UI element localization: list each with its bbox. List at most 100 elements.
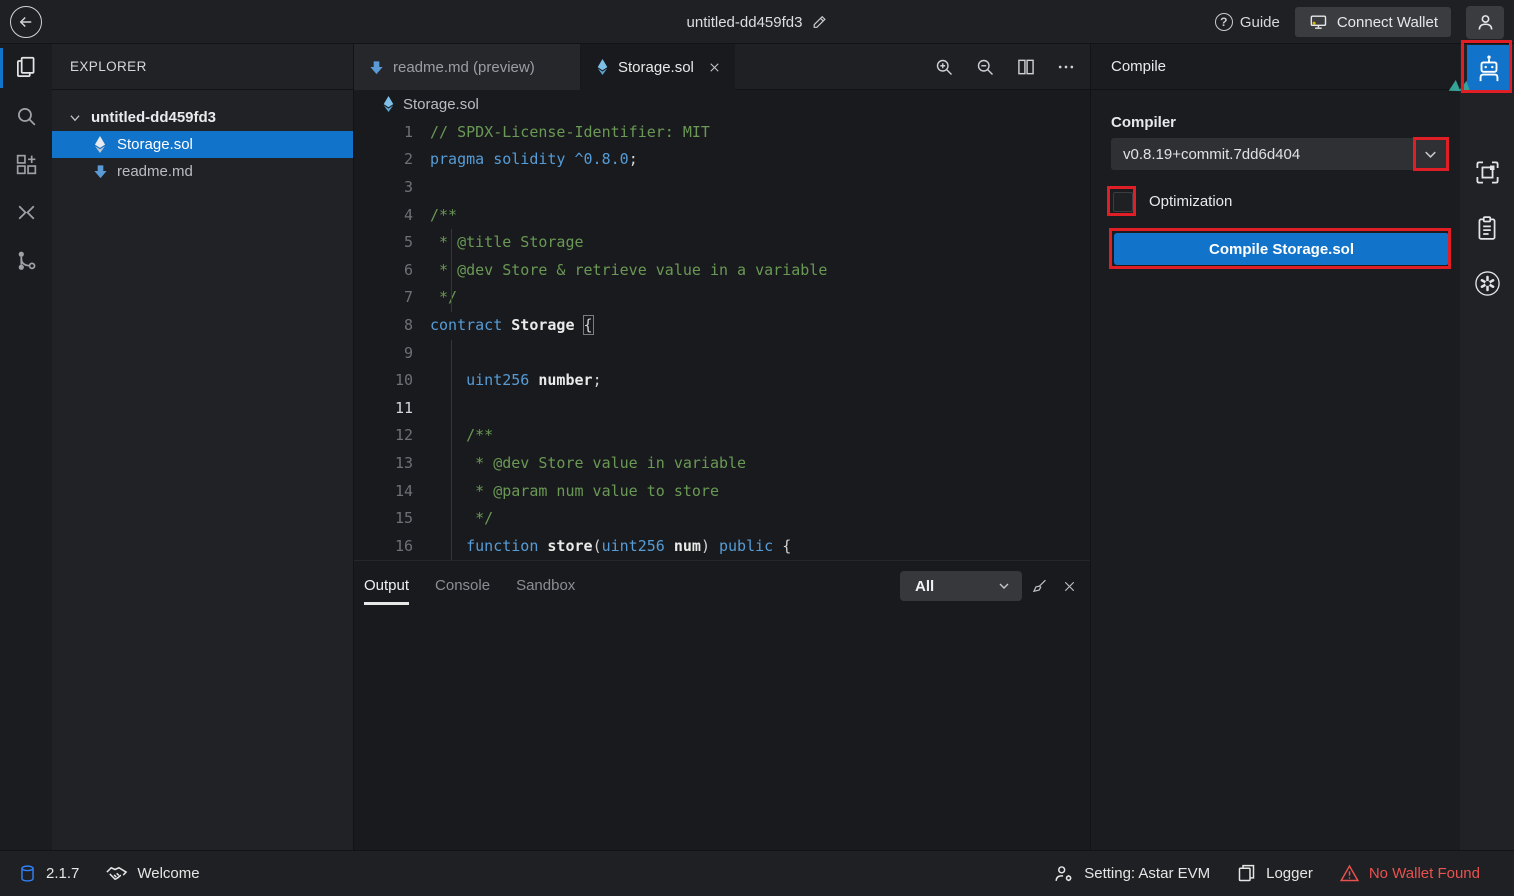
code-line: 4/** — [354, 201, 1090, 229]
edit-pencil-icon[interactable] — [811, 14, 827, 30]
line-number: 1 — [354, 123, 430, 141]
indent-guide — [451, 340, 452, 560]
compile-panel: Compile Compiler v0.8.19+commit.7dd6d404… — [1090, 44, 1460, 850]
guide-button[interactable]: ? Guide — [1215, 13, 1280, 31]
logger-label: Logger — [1266, 865, 1313, 882]
code-line: 1// SPDX-License-Identifier: MIT — [354, 118, 1090, 146]
tab-sandbox[interactable]: Sandbox — [516, 561, 575, 611]
right-activity-bar — [1460, 44, 1514, 850]
code-editor[interactable]: 1// SPDX-License-Identifier: MIT2pragma … — [354, 118, 1090, 560]
wallet-warning[interactable]: No Wallet Found — [1339, 863, 1480, 884]
ethereum-icon — [92, 136, 108, 153]
report-tool-button[interactable] — [1460, 200, 1514, 256]
explorer-panel: EXPLORER untitled-dd459fd3 Storage.sol r… — [52, 44, 354, 850]
active-indicator — [0, 48, 3, 88]
chevron-down-icon — [68, 111, 82, 125]
zoom-out-icon[interactable] — [975, 57, 996, 78]
output-filter-select[interactable]: All — [900, 571, 1022, 601]
tab-storage-sol[interactable]: Storage.sol — [581, 44, 735, 90]
sidebar-item-extensions[interactable] — [0, 140, 52, 188]
line-number: 3 — [354, 178, 430, 196]
compile-button[interactable]: Compile Storage.sol — [1114, 233, 1449, 265]
network-setting[interactable]: Setting: Astar EVM — [1053, 863, 1210, 885]
sidebar-item-collapse[interactable] — [0, 188, 52, 236]
tree-folder[interactable]: untitled-dd459fd3 — [52, 104, 353, 131]
code-line: 12 /** — [354, 422, 1090, 450]
sidebar-item-search[interactable] — [0, 92, 52, 140]
search-icon — [14, 104, 39, 129]
git-branch-icon — [14, 248, 39, 273]
connect-wallet-button[interactable]: Connect Wallet — [1295, 7, 1451, 37]
collapse-icon — [14, 200, 39, 225]
tree-file-readme-md[interactable]: readme.md — [52, 158, 353, 185]
code-line: 9 — [354, 339, 1090, 367]
project-title: untitled-dd459fd3 — [687, 14, 803, 31]
tab-console[interactable]: Console — [435, 561, 490, 611]
panel-title: Compile — [1091, 44, 1460, 90]
ethereum-icon — [596, 59, 609, 75]
bottom-panel-header: Output Console Sandbox All — [354, 560, 1090, 610]
handshake-icon — [105, 862, 128, 885]
optimization-checkbox[interactable] — [1113, 192, 1133, 212]
code-line: 15 */ — [354, 504, 1090, 532]
guide-label: Guide — [1240, 14, 1280, 31]
close-panel-icon[interactable] — [1061, 578, 1078, 595]
folder-name: untitled-dd459fd3 — [91, 109, 216, 126]
code-line: 10 uint256 number; — [354, 366, 1090, 394]
line-number: 13 — [354, 454, 430, 472]
compiler-version-select[interactable]: v0.8.19+commit.7dd6d404 — [1111, 138, 1449, 170]
tab-output[interactable]: Output — [364, 561, 409, 611]
welcome-label: Welcome — [137, 865, 199, 882]
sidebar-item-version-control[interactable] — [0, 236, 52, 284]
line-number: 6 — [354, 261, 430, 279]
code-line: 8contract Storage { — [354, 311, 1090, 339]
markdown-icon — [369, 60, 384, 75]
chevron-down-icon[interactable] — [1421, 145, 1440, 164]
close-tab-icon[interactable] — [707, 60, 722, 75]
deploy-tool-button[interactable] — [1460, 144, 1514, 200]
tab-readme-md[interactable]: readme.md (preview) — [354, 44, 581, 90]
file-name: Storage.sol — [117, 136, 193, 153]
line-number: 9 — [354, 344, 430, 362]
tree-file-storage-sol[interactable]: Storage.sol — [52, 131, 353, 158]
warning-triangle-icon — [1339, 863, 1360, 884]
sidebar-item-explorer[interactable] — [0, 44, 52, 92]
extensions-icon — [14, 152, 39, 177]
line-number: 11 — [354, 399, 430, 417]
code-line: 14 * @param num value to store — [354, 477, 1090, 505]
app-window: untitled-dd459fd3 ? Guide Connect Wallet — [0, 0, 1514, 896]
version-indicator[interactable]: 2.1.7 — [18, 863, 79, 884]
database-icon — [18, 863, 37, 884]
person-gear-icon — [1053, 863, 1075, 885]
arrow-left-icon — [17, 13, 35, 31]
filter-value: All — [915, 578, 996, 595]
more-actions-icon[interactable] — [1056, 57, 1076, 77]
compile-tool-button[interactable] — [1467, 45, 1511, 90]
line-number: 5 — [354, 233, 430, 251]
person-icon — [1475, 12, 1496, 33]
breadcrumb[interactable]: Storage.sol — [354, 90, 1090, 118]
logger-icon — [1236, 863, 1257, 884]
code-line: 5 * @title Storage — [354, 228, 1090, 256]
account-button[interactable] — [1466, 6, 1504, 39]
code-line: 16 function store(uint256 num) public { — [354, 532, 1090, 560]
file-name: readme.md — [117, 163, 193, 180]
code-line: 13 * @dev Store value in variable — [354, 449, 1090, 477]
question-icon: ? — [1215, 13, 1233, 31]
clear-output-icon[interactable] — [1030, 577, 1049, 596]
welcome-button[interactable]: Welcome — [105, 862, 199, 885]
split-editor-icon[interactable] — [1016, 57, 1036, 77]
optimization-label: Optimization — [1149, 193, 1232, 210]
logger-button[interactable]: Logger — [1236, 863, 1313, 884]
ai-assistant-button[interactable] — [1460, 255, 1514, 311]
openai-icon — [1474, 270, 1501, 297]
back-button[interactable] — [10, 6, 42, 38]
zoom-in-icon[interactable] — [934, 57, 955, 78]
line-number: 7 — [354, 288, 430, 306]
deploy-frame-icon — [1474, 159, 1501, 186]
line-number: 16 — [354, 537, 430, 555]
tab-label: Storage.sol — [618, 59, 694, 76]
line-number: 14 — [354, 482, 430, 500]
teal-pointer-icon — [1444, 72, 1470, 102]
left-activity-bar — [0, 44, 52, 850]
